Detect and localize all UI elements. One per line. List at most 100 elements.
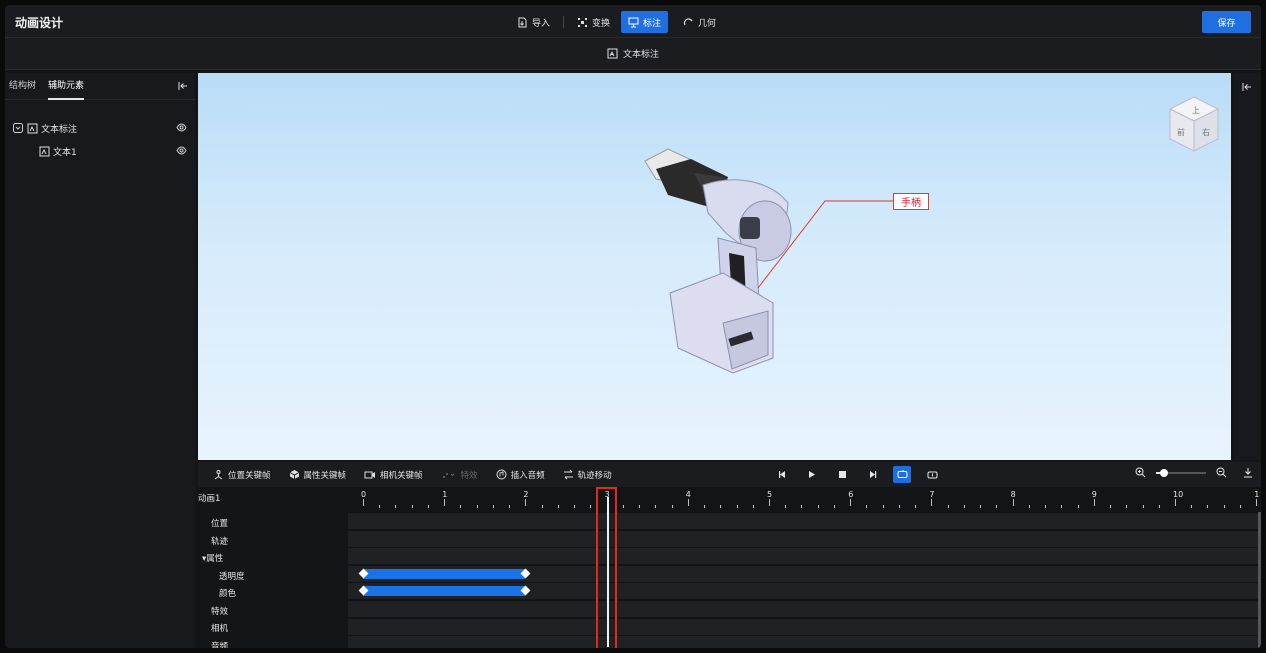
keyframe-span[interactable] xyxy=(363,586,526,597)
timeline-toolbar: 位置关键帧 属性关键帧 相机关键帧 特效 插入音频 轨迹移动 xyxy=(198,462,1261,487)
visibility-eye-icon[interactable] xyxy=(176,123,187,132)
tab-structure-tree[interactable]: 结构树 xyxy=(9,73,36,100)
track-lane[interactable] xyxy=(348,636,1258,648)
ruler-tick xyxy=(639,505,641,508)
track-label-effects[interactable]: 特效 xyxy=(198,602,348,619)
track-lane[interactable] xyxy=(348,548,1258,565)
track-name-column: 动画1 位置 轨迹 ▾属性 透明度 颜色 特效 相机 音频 xyxy=(198,487,348,648)
insert-audio-label: 插入音频 xyxy=(510,470,545,481)
3d-viewport[interactable]: 手柄 上 前 右 xyxy=(198,73,1231,460)
text-annotation-icon xyxy=(27,123,38,133)
position-keyframe-icon xyxy=(214,470,223,480)
ruler-tick xyxy=(963,505,965,508)
tab-auxiliary-elements[interactable]: 辅助元素 xyxy=(48,73,85,100)
ruler-tick xyxy=(622,505,624,508)
audio-icon xyxy=(496,469,507,480)
ruler-label: 6 xyxy=(848,490,854,499)
zoom-in-icon[interactable] xyxy=(1135,467,1146,478)
track-lane[interactable] xyxy=(348,530,1258,547)
ruler-tick xyxy=(915,505,917,508)
tree-item-text-annotation[interactable]: 文本标注 xyxy=(5,119,195,137)
camera-keyframe-button[interactable]: 相机关键帧 xyxy=(364,469,423,481)
ruler-tick xyxy=(898,505,900,508)
ruler-tick xyxy=(1207,505,1209,508)
track-lane[interactable] xyxy=(348,513,1258,529)
save-button[interactable]: 保存 xyxy=(1202,11,1251,33)
step-back-button[interactable] xyxy=(773,466,791,483)
ruler-tick xyxy=(655,505,657,508)
text-annotation-tool[interactable]: 文本标注 xyxy=(623,47,659,60)
insert-audio-button[interactable]: 插入音频 xyxy=(496,469,545,481)
tree-item-text1[interactable]: 文本1 xyxy=(5,142,195,160)
track-label-trajectory[interactable]: 轨迹 xyxy=(198,532,348,549)
ruler-tick xyxy=(492,505,494,508)
zoom-slider-handle[interactable] xyxy=(1160,468,1168,477)
collapse-panel-icon[interactable] xyxy=(177,80,189,92)
track-label-audio[interactable]: 音频 xyxy=(198,637,348,649)
step-forward-button[interactable] xyxy=(863,466,881,483)
track-label-color[interactable]: 颜色 xyxy=(198,584,348,601)
drill-model[interactable] xyxy=(198,73,1231,460)
view-cube[interactable]: 上 前 右 xyxy=(1164,93,1224,157)
geometry-button[interactable]: 几何 xyxy=(676,11,723,33)
ruler-label: 10 xyxy=(1173,490,1184,499)
effect-button[interactable]: 特效 xyxy=(441,469,478,481)
geometry-label: 几何 xyxy=(698,18,717,29)
import-icon xyxy=(518,17,527,27)
track-lane[interactable] xyxy=(348,565,1258,582)
ruler-tick xyxy=(1126,505,1128,508)
ruler-tick xyxy=(947,505,949,508)
effect-icon xyxy=(442,472,454,478)
play-button[interactable] xyxy=(803,466,821,483)
track-lane[interactable] xyxy=(348,618,1258,635)
ruler-tick xyxy=(801,505,803,508)
transform-button[interactable]: 变换 xyxy=(570,11,617,33)
loop-once-button[interactable] xyxy=(923,466,941,483)
visibility-eye-icon[interactable] xyxy=(176,146,187,155)
vertical-scrollbar[interactable] xyxy=(1258,512,1261,648)
track-label-properties[interactable]: ▾属性 xyxy=(198,549,348,566)
annotation-button[interactable]: 标注 xyxy=(621,11,669,33)
track-lane[interactable] xyxy=(348,583,1258,600)
ruler-tick xyxy=(671,505,673,508)
import-button[interactable]: 导入 xyxy=(510,11,557,33)
expand-panel-icon[interactable] xyxy=(1241,81,1253,93)
timeline-zoom-controls xyxy=(1135,467,1253,478)
ruler-tick xyxy=(395,505,397,508)
download-icon[interactable] xyxy=(1243,467,1253,478)
ruler-tick xyxy=(444,499,446,506)
ruler-tick xyxy=(379,505,381,508)
ruler-tick xyxy=(1142,505,1144,508)
ruler-tick xyxy=(1061,505,1063,508)
ruler-tick xyxy=(704,505,706,508)
position-keyframe-button[interactable]: 位置关键帧 xyxy=(213,469,271,481)
track-move-button[interactable]: 轨迹移动 xyxy=(563,469,612,481)
left-panel-tabs: 结构树 辅助元素 xyxy=(5,73,195,100)
ruler-tick xyxy=(1093,499,1095,506)
ruler-tick xyxy=(557,505,559,508)
track-label-opacity[interactable]: 透明度 xyxy=(198,567,348,584)
loop-button[interactable] xyxy=(893,466,911,483)
zoom-slider[interactable] xyxy=(1156,468,1206,478)
ruler-tick xyxy=(785,505,787,508)
annotation-label[interactable]: 手柄 xyxy=(893,193,929,210)
stop-button[interactable] xyxy=(833,466,851,483)
collapse-toggle-icon[interactable] xyxy=(13,123,23,133)
tree-item-label: 文本1 xyxy=(53,147,77,158)
time-ruler[interactable]: 0 1 2 3 4 5 6 7 8 9 10 1 xyxy=(348,487,1261,512)
main-toolbar: 导入 变换 标注 几何 xyxy=(510,11,723,33)
ruler-tick xyxy=(850,499,852,506)
playhead[interactable] xyxy=(607,497,610,647)
ruler-tick xyxy=(1239,505,1241,508)
track-lane[interactable] xyxy=(348,601,1258,617)
track-label-position[interactable]: 位置 xyxy=(198,514,348,531)
ruler-tick xyxy=(411,505,413,508)
track-label-camera[interactable]: 相机 xyxy=(198,619,348,636)
keyframe-span[interactable] xyxy=(363,568,526,579)
text-annotation-icon xyxy=(607,48,618,59)
ruler-tick xyxy=(1158,505,1160,508)
property-keyframe-button[interactable]: 属性关键帧 xyxy=(289,469,346,481)
timeline-tracks: 动画1 位置 轨迹 ▾属性 透明度 颜色 特效 相机 音频 0123456789… xyxy=(198,487,1261,648)
tree-item-label: 文本标注 xyxy=(41,124,78,135)
zoom-out-icon[interactable] xyxy=(1216,467,1227,478)
